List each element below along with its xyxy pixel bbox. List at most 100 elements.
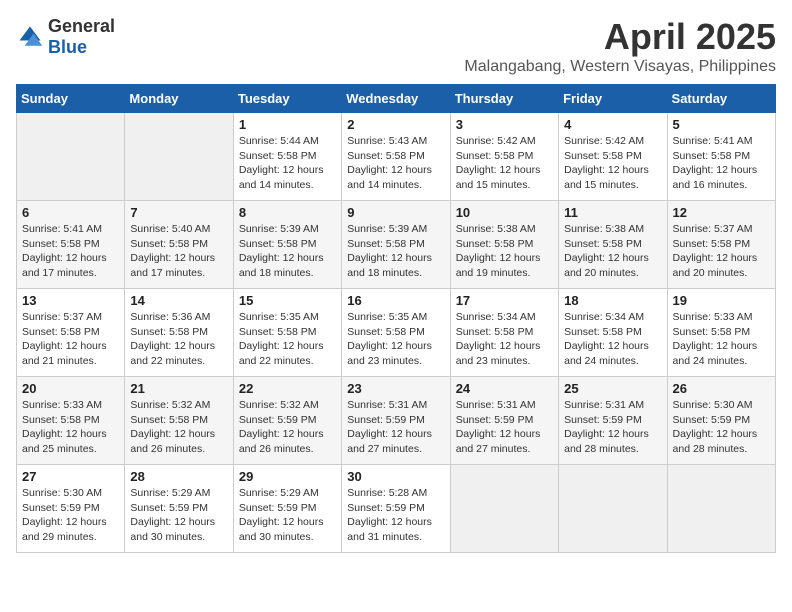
calendar-cell: 12 Sunrise: 5:37 AMSunset: 5:58 PMDayligh… (667, 201, 775, 289)
header-saturday: Saturday (667, 85, 775, 113)
month-title: April 2025 (464, 16, 776, 58)
calendar-week-5: 27 Sunrise: 5:30 AMSunset: 5:59 PMDayligh… (17, 465, 776, 553)
day-number: 7 (130, 205, 227, 220)
day-number: 8 (239, 205, 336, 220)
day-info: Sunrise: 5:29 AMSunset: 5:59 PMDaylight:… (130, 487, 215, 543)
calendar-cell: 30 Sunrise: 5:28 AMSunset: 5:59 PMDayligh… (342, 465, 450, 553)
day-number: 11 (564, 205, 661, 220)
day-info: Sunrise: 5:38 AMSunset: 5:58 PMDaylight:… (456, 223, 541, 279)
header-row: Sunday Monday Tuesday Wednesday Thursday… (17, 85, 776, 113)
calendar-table: Sunday Monday Tuesday Wednesday Thursday… (16, 84, 776, 553)
header-tuesday: Tuesday (233, 85, 341, 113)
day-number: 29 (239, 469, 336, 484)
calendar-week-3: 13 Sunrise: 5:37 AMSunset: 5:58 PMDayligh… (17, 289, 776, 377)
calendar-week-2: 6 Sunrise: 5:41 AMSunset: 5:58 PMDaylight… (17, 201, 776, 289)
header-wednesday: Wednesday (342, 85, 450, 113)
calendar-cell: 16Sunrise: 5:35 AMSunset: 5:58 PMDayligh… (342, 289, 450, 377)
calendar-cell (17, 113, 125, 201)
day-number: 18 (564, 293, 661, 308)
calendar-cell: 3Sunrise: 5:42 AMSunset: 5:58 PMDaylight… (450, 113, 558, 201)
calendar-cell: 2 Sunrise: 5:43 AMSunset: 5:58 PMDaylight… (342, 113, 450, 201)
calendar-cell: 29 Sunrise: 5:29 AMSunset: 5:59 PMDayligh… (233, 465, 341, 553)
calendar-cell: 26Sunrise: 5:30 AMSunset: 5:59 PMDayligh… (667, 377, 775, 465)
header-thursday: Thursday (450, 85, 558, 113)
header-monday: Monday (125, 85, 233, 113)
day-info: Sunrise: 5:29 AMSunset: 5:59 PMDaylight:… (239, 487, 324, 543)
day-info: Sunrise: 5:42 AMSunset: 5:58 PMDaylight:… (564, 135, 649, 191)
day-info: Sunrise: 5:28 AMSunset: 5:59 PMDaylight:… (347, 487, 432, 543)
day-number: 14 (130, 293, 227, 308)
day-number: 24 (456, 381, 553, 396)
header-friday: Friday (559, 85, 667, 113)
day-number: 27 (22, 469, 119, 484)
day-number: 16 (347, 293, 444, 308)
calendar-cell (125, 113, 233, 201)
calendar-cell: 10Sunrise: 5:38 AMSunset: 5:58 PMDayligh… (450, 201, 558, 289)
day-info: Sunrise: 5:33 AMSunset: 5:58 PMDaylight:… (22, 399, 107, 455)
calendar-cell: 24 Sunrise: 5:31 AMSunset: 5:59 PMDayligh… (450, 377, 558, 465)
day-number: 2 (347, 117, 444, 132)
day-info: Sunrise: 5:31 AMSunset: 5:59 PMDaylight:… (564, 399, 649, 455)
day-number: 15 (239, 293, 336, 308)
calendar-cell: 27 Sunrise: 5:30 AMSunset: 5:59 PMDayligh… (17, 465, 125, 553)
calendar-week-4: 20Sunrise: 5:33 AMSunset: 5:58 PMDayligh… (17, 377, 776, 465)
calendar-cell (450, 465, 558, 553)
day-info: Sunrise: 5:39 AMSunset: 5:58 PMDaylight:… (347, 223, 432, 279)
calendar-cell: 17Sunrise: 5:34 AMSunset: 5:58 PMDayligh… (450, 289, 558, 377)
day-number: 30 (347, 469, 444, 484)
day-info: Sunrise: 5:40 AMSunset: 5:58 PMDaylight:… (130, 223, 215, 279)
day-info: Sunrise: 5:39 AMSunset: 5:58 PMDaylight:… (239, 223, 324, 279)
day-info: Sunrise: 5:32 AMSunset: 5:59 PMDaylight:… (239, 399, 324, 455)
calendar-cell: 9 Sunrise: 5:39 AMSunset: 5:58 PMDaylight… (342, 201, 450, 289)
calendar-cell (667, 465, 775, 553)
logo-text: General Blue (48, 16, 115, 58)
day-number: 21 (130, 381, 227, 396)
calendar-cell: 6 Sunrise: 5:41 AMSunset: 5:58 PMDaylight… (17, 201, 125, 289)
day-number: 22 (239, 381, 336, 396)
calendar-cell: 23Sunrise: 5:31 AMSunset: 5:59 PMDayligh… (342, 377, 450, 465)
day-number: 17 (456, 293, 553, 308)
day-number: 1 (239, 117, 336, 132)
day-info: Sunrise: 5:41 AMSunset: 5:58 PMDaylight:… (22, 223, 107, 279)
header: General Blue April 2025 Malangabang, Wes… (16, 16, 776, 76)
calendar-cell: 5Sunrise: 5:41 AMSunset: 5:58 PMDaylight… (667, 113, 775, 201)
day-number: 13 (22, 293, 119, 308)
calendar-cell: 13 Sunrise: 5:37 AMSunset: 5:58 PMDayligh… (17, 289, 125, 377)
day-number: 3 (456, 117, 553, 132)
day-number: 25 (564, 381, 661, 396)
calendar-cell: 28 Sunrise: 5:29 AMSunset: 5:59 PMDayligh… (125, 465, 233, 553)
calendar-cell: 15Sunrise: 5:35 AMSunset: 5:58 PMDayligh… (233, 289, 341, 377)
calendar-cell: 1 Sunrise: 5:44 AMSunset: 5:58 PMDaylight… (233, 113, 341, 201)
logo-general: General (48, 16, 115, 36)
day-info: Sunrise: 5:41 AMSunset: 5:58 PMDaylight:… (673, 135, 758, 191)
calendar-cell: 7 Sunrise: 5:40 AMSunset: 5:58 PMDaylight… (125, 201, 233, 289)
day-info: Sunrise: 5:31 AMSunset: 5:59 PMDaylight:… (347, 399, 432, 455)
calendar-cell: 21Sunrise: 5:32 AMSunset: 5:58 PMDayligh… (125, 377, 233, 465)
calendar-cell: 8 Sunrise: 5:39 AMSunset: 5:58 PMDaylight… (233, 201, 341, 289)
day-info: Sunrise: 5:31 AMSunset: 5:59 PMDaylight:… (456, 399, 541, 455)
title-area: April 2025 Malangabang, Western Visayas,… (464, 16, 776, 76)
day-info: Sunrise: 5:30 AMSunset: 5:59 PMDaylight:… (673, 399, 758, 455)
day-number: 4 (564, 117, 661, 132)
calendar-header: Sunday Monday Tuesday Wednesday Thursday… (17, 85, 776, 113)
location-title: Malangabang, Western Visayas, Philippine… (464, 58, 776, 76)
day-number: 28 (130, 469, 227, 484)
calendar-week-1: 1 Sunrise: 5:44 AMSunset: 5:58 PMDaylight… (17, 113, 776, 201)
calendar-cell: 19 Sunrise: 5:33 AMSunset: 5:58 PMDayligh… (667, 289, 775, 377)
day-number: 12 (673, 205, 770, 220)
day-info: Sunrise: 5:43 AMSunset: 5:58 PMDaylight:… (347, 135, 432, 191)
day-info: Sunrise: 5:37 AMSunset: 5:58 PMDaylight:… (673, 223, 758, 279)
day-info: Sunrise: 5:34 AMSunset: 5:58 PMDaylight:… (564, 311, 649, 367)
day-info: Sunrise: 5:44 AMSunset: 5:58 PMDaylight:… (239, 135, 324, 191)
logo-icon (16, 23, 44, 51)
day-info: Sunrise: 5:30 AMSunset: 5:59 PMDaylight:… (22, 487, 107, 543)
day-number: 19 (673, 293, 770, 308)
calendar-body: 1 Sunrise: 5:44 AMSunset: 5:58 PMDaylight… (17, 113, 776, 553)
day-number: 6 (22, 205, 119, 220)
day-info: Sunrise: 5:38 AMSunset: 5:58 PMDaylight:… (564, 223, 649, 279)
calendar-cell (559, 465, 667, 553)
day-number: 9 (347, 205, 444, 220)
calendar-cell: 4 Sunrise: 5:42 AMSunset: 5:58 PMDaylight… (559, 113, 667, 201)
day-info: Sunrise: 5:37 AMSunset: 5:58 PMDaylight:… (22, 311, 107, 367)
day-info: Sunrise: 5:33 AMSunset: 5:58 PMDaylight:… (673, 311, 758, 367)
